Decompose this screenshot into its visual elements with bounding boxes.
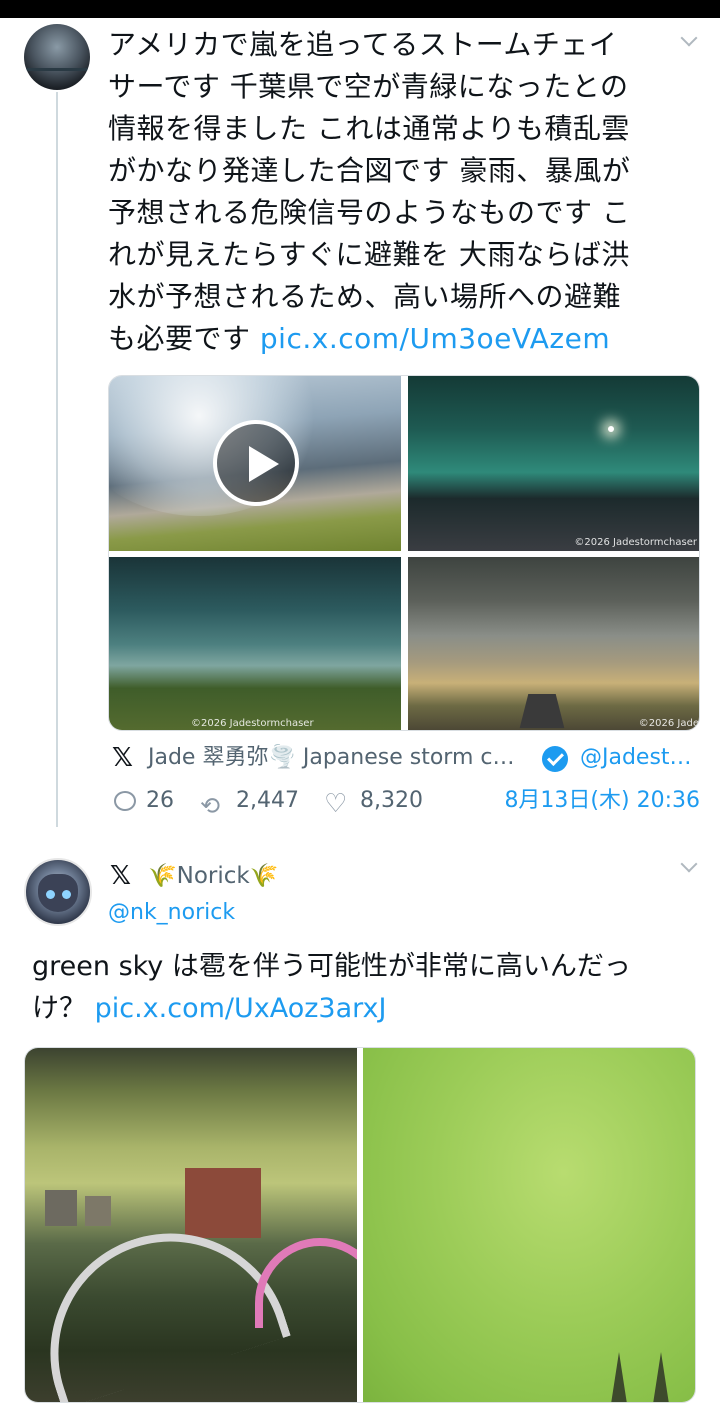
media-grid <box>24 1047 696 1403</box>
tweet-text-line: green sky は雹を伴う可能性が非常に高いんだっ <box>32 951 631 982</box>
cat-eye <box>62 890 71 899</box>
tweet-text-segment: も必要です <box>108 322 260 355</box>
retweet-icon[interactable]: ⟲ <box>200 788 220 824</box>
tweet-text-line: 情報を得ました これは通常よりも積乱雲 <box>108 112 630 145</box>
tweet-text-line: アメリカで嵐を追ってるストームチェイ <box>108 28 618 61</box>
tweet-text-segment: け？ <box>32 993 95 1024</box>
x-logo-icon: 𝕏 <box>110 861 131 891</box>
media-video-thumbnail[interactable] <box>109 376 401 551</box>
x-logo-icon: 𝕏 <box>112 743 133 773</box>
status-bar <box>0 0 720 18</box>
tweet-text: green sky は雹を伴う可能性が非常に高いんだっ け？ pic.x.com… <box>32 946 692 1030</box>
watermark: ©2026 Jadestormchaser <box>191 718 314 729</box>
chevron-down-icon[interactable] <box>680 858 696 874</box>
building <box>185 1168 261 1238</box>
reply-icon[interactable] <box>114 791 136 811</box>
spire <box>653 1352 669 1402</box>
retweet-count: 2,447 <box>236 788 299 813</box>
tweet-text-line: れが見えたらすぐに避難を 大雨ならば洪 <box>108 238 630 271</box>
tweet-text-line: サーです 千葉県で空が青緑になったとの <box>108 70 629 103</box>
spire <box>611 1352 627 1402</box>
like-icon[interactable]: ♡ <box>324 786 347 822</box>
building <box>85 1196 111 1226</box>
watermark: ©2026 Jade <box>638 718 699 729</box>
author-avatar[interactable] <box>24 24 90 90</box>
tweet-text-line: がかなり発達した合図です 豪雨、暴風が <box>108 154 631 187</box>
reply-count: 26 <box>146 788 174 813</box>
tweet-text-line: 予想される危険信号のようなものです こ <box>108 196 631 229</box>
tweet-text-line: も必要です pic.x.com/Um3oeVAzem <box>108 318 668 360</box>
source-display-name[interactable]: Jade 翠勇弥🌪️ Japanese storm c… <box>148 738 514 778</box>
media-link[interactable]: pic.x.com/UxAoz3arxJ <box>95 993 387 1024</box>
media-photo[interactable] <box>363 1048 695 1402</box>
author-avatar[interactable] <box>24 858 92 926</box>
cat-illustration <box>38 874 78 912</box>
tweet-text: アメリカで嵐を追ってるストームチェイ サーです 千葉県で空が青緑になったとの 情… <box>108 24 668 360</box>
building <box>45 1190 77 1226</box>
tweet-text-line: 水が予想されるため、高い場所への避難 <box>108 280 622 313</box>
tweet-date[interactable]: 8月13日(木) 20:36 <box>504 783 700 819</box>
chevron-down-icon[interactable] <box>680 32 696 48</box>
tweet-text-line: け？ pic.x.com/UxAoz3arxJ <box>32 988 692 1030</box>
media-photo[interactable] <box>25 1048 357 1402</box>
thread-line <box>56 92 58 827</box>
watermark: ©2026 Jadestormchaser <box>574 537 697 548</box>
bridge <box>255 1238 357 1328</box>
play-icon[interactable] <box>213 420 299 506</box>
verified-badge-icon <box>542 746 568 772</box>
source-row[interactable]: 𝕏 Jade 翠勇弥🌪️ Japanese storm c… @Jadest… <box>110 738 700 778</box>
media-photo[interactable]: ©2026 Jadestormchaser <box>408 376 699 551</box>
media-photo[interactable]: ©2026 Jade <box>408 557 699 730</box>
cat-eye <box>46 890 55 899</box>
media-link[interactable]: pic.x.com/Um3oeVAzem <box>260 322 610 355</box>
like-count: 8,320 <box>360 788 423 813</box>
author-display-name[interactable]: 🌾Norick🌾 <box>148 856 278 896</box>
source-handle[interactable]: @Jadest… <box>580 738 692 778</box>
media-photo[interactable]: ©2026 Jadestormchaser <box>109 557 401 730</box>
author-handle[interactable]: @nk_norick <box>108 898 235 928</box>
stats-row: 26 ⟲ 2,447 ♡ 8,320 8月13日(木) 20:36 <box>110 783 700 822</box>
media-grid: ©2026 Jadestormchaser ©2026 Jadestormcha… <box>108 375 700 731</box>
